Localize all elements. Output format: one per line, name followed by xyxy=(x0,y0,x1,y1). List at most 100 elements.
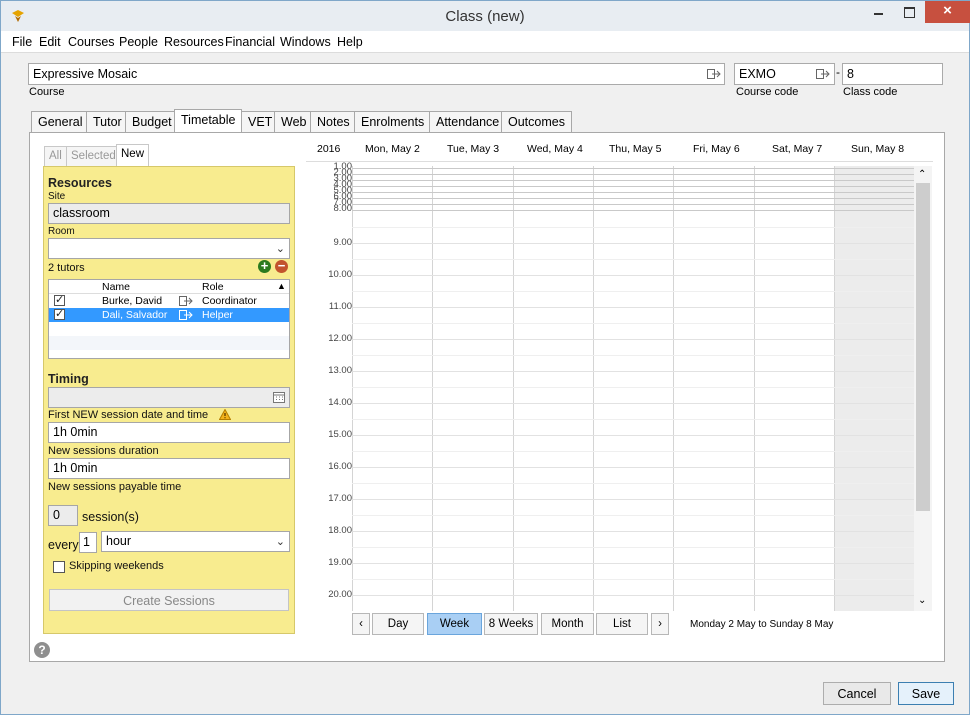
tutor-table-header: Name Role ▲ xyxy=(49,280,289,294)
prev-week-button[interactable]: ‹ xyxy=(352,613,370,635)
first-session-field[interactable] xyxy=(48,387,290,408)
course-label: Course xyxy=(29,86,65,98)
view-month-button[interactable]: Month xyxy=(541,613,594,635)
half-hour-gridline xyxy=(352,451,914,452)
chevron-right-icon: › xyxy=(658,618,662,630)
half-hour-gridline xyxy=(352,483,914,484)
every-label: every xyxy=(48,538,79,552)
course-code-input[interactable]: EXMO xyxy=(734,63,835,85)
hour-labels: 1.00 2.00 3.00 4.00 5.00 6.00 7.00 8.00 9.00 10.0… xyxy=(306,136,352,611)
calendar-scrollbar-thumb[interactable] xyxy=(916,183,930,511)
view-8weeks-button[interactable]: 8 Weeks xyxy=(484,613,538,635)
day-column-divider xyxy=(352,166,353,611)
sessions-count-input[interactable]: 0 xyxy=(48,505,78,526)
hour-gridline xyxy=(352,243,914,244)
tab-timetable[interactable]: Timetable xyxy=(174,109,243,133)
day-header-fri[interactable]: Fri, May 6 xyxy=(693,143,740,155)
tutor-checkbox[interactable] xyxy=(54,293,65,306)
tab-general[interactable]: General xyxy=(31,111,90,132)
table-row[interactable]: Dali, Salvador Helper xyxy=(49,307,289,322)
subtab-selected[interactable]: Selected xyxy=(66,146,121,166)
help-icon[interactable]: ? xyxy=(34,642,50,658)
scroll-down-icon[interactable]: ⌄ xyxy=(918,595,926,606)
minimize-button[interactable] xyxy=(863,1,893,23)
menu-courses[interactable]: Courses xyxy=(68,35,115,49)
tab-enrolments[interactable]: Enrolments xyxy=(354,111,432,132)
hour-gridline xyxy=(352,275,914,276)
menu-windows[interactable]: Windows xyxy=(280,35,331,49)
tutor-role: Coordinator xyxy=(202,295,257,307)
hour-label: 20.00 xyxy=(328,589,352,600)
hour-gridline xyxy=(352,198,914,199)
room-select[interactable]: ⌄ xyxy=(48,238,290,259)
remove-tutor-button[interactable]: − xyxy=(275,259,288,273)
maximize-button[interactable] xyxy=(894,1,924,23)
calendar-icon[interactable] xyxy=(273,391,285,403)
tab-attendance[interactable]: Attendance xyxy=(429,111,507,132)
scroll-up-icon[interactable]: ⌃ xyxy=(918,169,926,180)
open-course-arrow-icon[interactable] xyxy=(707,69,721,79)
close-button[interactable]: × xyxy=(925,1,970,23)
site-field[interactable]: classroom xyxy=(48,203,290,224)
half-hour-gridline xyxy=(352,259,914,260)
tab-budget[interactable]: Budget xyxy=(125,111,179,132)
open-tutor-arrow-icon[interactable] xyxy=(179,296,193,306)
col-name[interactable]: Name xyxy=(102,281,130,293)
subtab-new[interactable]: New xyxy=(116,144,150,166)
calendar-grid[interactable] xyxy=(352,166,914,611)
tab-web[interactable]: Web xyxy=(274,111,314,132)
menu-help[interactable]: Help xyxy=(337,35,363,49)
menu-file[interactable]: File xyxy=(12,35,32,49)
day-column-divider xyxy=(673,166,674,611)
view-day-button[interactable]: Day xyxy=(372,613,424,635)
duration-input[interactable]: 1h 0min xyxy=(48,422,290,443)
menu-edit[interactable]: Edit xyxy=(39,35,61,49)
sort-up-icon[interactable]: ▲ xyxy=(277,281,286,291)
course-code-value: EXMO xyxy=(739,67,776,81)
view-week-button[interactable]: Week xyxy=(427,613,482,635)
hour-label: 18.00 xyxy=(328,525,352,536)
view-list-button[interactable]: List xyxy=(596,613,648,635)
half-hour-gridline xyxy=(352,291,914,292)
col-role[interactable]: Role xyxy=(202,281,224,293)
add-tutor-button[interactable]: + xyxy=(258,259,271,273)
tab-outcomes[interactable]: Outcomes xyxy=(501,111,572,132)
hour-label: 11.00 xyxy=(328,301,352,312)
day-header-mon[interactable]: Mon, May 2 xyxy=(365,143,420,155)
open-course-code-arrow-icon[interactable] xyxy=(816,69,830,79)
resources-heading: Resources xyxy=(48,176,112,190)
day-column-divider xyxy=(754,166,755,611)
menu-people[interactable]: People xyxy=(119,35,158,49)
save-button[interactable]: Save xyxy=(898,682,954,705)
code-separator: - xyxy=(836,65,840,79)
hour-gridline xyxy=(352,168,914,169)
subtab-all[interactable]: All xyxy=(44,146,67,166)
skip-weekends-checkbox[interactable] xyxy=(53,561,65,573)
menu-financial[interactable]: Financial xyxy=(225,35,275,49)
half-hour-gridline xyxy=(352,355,914,356)
table-row[interactable]: Burke, David Coordinator xyxy=(49,293,289,308)
next-week-button[interactable]: › xyxy=(651,613,669,635)
every-unit-select[interactable]: hour ⌄ xyxy=(101,531,290,552)
hour-gridline xyxy=(352,467,914,468)
class-code-input[interactable]: 8 xyxy=(842,63,943,85)
create-sessions-button[interactable]: Create Sessions xyxy=(49,589,289,611)
tutor-checkbox[interactable] xyxy=(54,307,65,320)
day-header-wed[interactable]: Wed, May 4 xyxy=(527,143,583,155)
weekend-shade xyxy=(835,166,914,611)
open-tutor-arrow-icon[interactable] xyxy=(179,310,193,320)
hour-label: 19.00 xyxy=(328,557,352,568)
class-code-label: Class code xyxy=(843,86,898,98)
course-input[interactable]: Expressive Mosaic xyxy=(28,63,725,85)
payable-time-input[interactable]: 1h 0min xyxy=(48,458,290,479)
day-header-sun[interactable]: Sun, May 8 xyxy=(851,143,904,155)
day-header-thu[interactable]: Thu, May 5 xyxy=(609,143,662,155)
day-header-tue[interactable]: Tue, May 3 xyxy=(447,143,499,155)
every-value-input[interactable]: 1 xyxy=(79,532,97,553)
day-header-sat[interactable]: Sat, May 7 xyxy=(772,143,822,155)
tab-tutor[interactable]: Tutor xyxy=(86,111,129,132)
menu-resources[interactable]: Resources xyxy=(164,35,224,49)
cancel-button[interactable]: Cancel xyxy=(823,682,891,705)
menu-bar: File Edit Courses People Resources Finan… xyxy=(1,31,969,53)
tab-notes[interactable]: Notes xyxy=(310,111,357,132)
